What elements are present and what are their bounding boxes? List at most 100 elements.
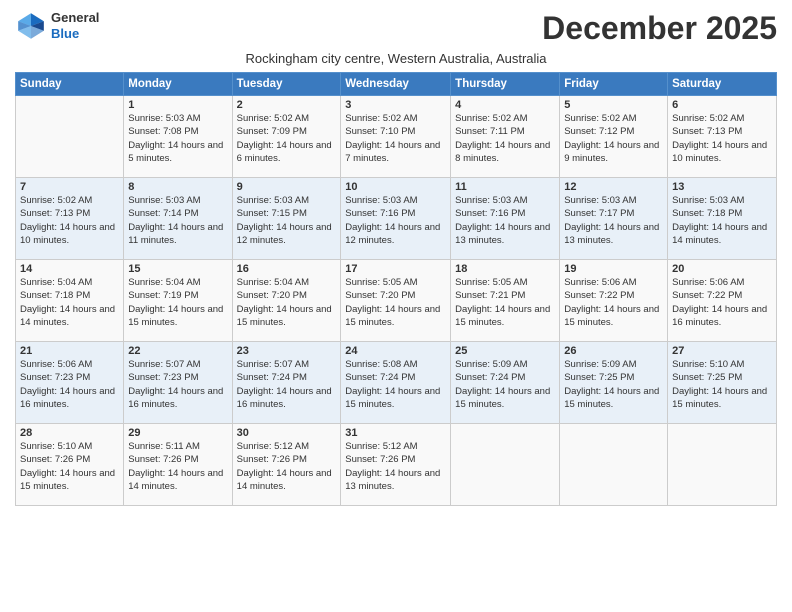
table-cell [16, 96, 124, 178]
day-number: 18 [455, 263, 555, 275]
col-sunday: Sunday [16, 73, 124, 96]
day-info: Sunrise: 5:08 AMSunset: 7:24 PMDaylight:… [345, 358, 446, 411]
table-cell: 25Sunrise: 5:09 AMSunset: 7:24 PMDayligh… [451, 342, 560, 424]
daylight-text: Daylight: 14 hours and 14 minutes. [672, 222, 767, 246]
table-cell: 21Sunrise: 5:06 AMSunset: 7:23 PMDayligh… [16, 342, 124, 424]
day-info: Sunrise: 5:02 AMSunset: 7:10 PMDaylight:… [345, 112, 446, 165]
logo-icon [15, 10, 47, 42]
daylight-text: Daylight: 14 hours and 16 minutes. [128, 386, 223, 410]
sunset-text: Sunset: 7:26 PM [237, 454, 307, 465]
day-number: 12 [564, 181, 663, 193]
day-info: Sunrise: 5:07 AMSunset: 7:24 PMDaylight:… [237, 358, 337, 411]
daylight-text: Daylight: 14 hours and 12 minutes. [345, 222, 440, 246]
table-cell: 2Sunrise: 5:02 AMSunset: 7:09 PMDaylight… [232, 96, 341, 178]
table-cell: 28Sunrise: 5:10 AMSunset: 7:26 PMDayligh… [16, 424, 124, 506]
col-saturday: Saturday [668, 73, 777, 96]
col-thursday: Thursday [451, 73, 560, 96]
sunset-text: Sunset: 7:08 PM [128, 126, 198, 137]
sunset-text: Sunset: 7:18 PM [672, 208, 742, 219]
day-number: 2 [237, 99, 337, 111]
sunset-text: Sunset: 7:22 PM [564, 290, 634, 301]
table-cell: 16 Sunrise: 5:04 AM Sunset: 7:20 PM Dayligh… [232, 260, 341, 342]
day-info: Sunrise: 5:05 AMSunset: 7:20 PMDaylight:… [345, 276, 446, 329]
day-info: Sunrise: 5:04 AMSunset: 7:18 PMDaylight:… [20, 276, 119, 329]
table-cell: 24Sunrise: 5:08 AMSunset: 7:24 PMDayligh… [341, 342, 451, 424]
sunset-text: Sunset: 7:16 PM [345, 208, 415, 219]
sunset-text: Sunset: 7:26 PM [20, 454, 90, 465]
sunrise-text: Sunrise: 5:12 AM [345, 441, 417, 452]
table-cell: 19Sunrise: 5:06 AMSunset: 7:22 PMDayligh… [560, 260, 668, 342]
sunset-text: Sunset: 7:26 PM [345, 454, 415, 465]
day-number: 27 [672, 345, 772, 357]
month-title: December 2025 [542, 10, 777, 47]
daylight-text: Daylight: 14 hours and 5 minutes. [128, 140, 223, 164]
daylight-text: Daylight: 14 hours and 13 minutes. [564, 222, 659, 246]
sunset-text: Sunset: 7:23 PM [128, 372, 198, 383]
daylight-text: Daylight: 14 hours and 6 minutes. [237, 140, 332, 164]
sunset-text: Sunset: 7:20 PM [237, 290, 307, 301]
col-tuesday: Tuesday [232, 73, 341, 96]
day-number: 26 [564, 345, 663, 357]
daylight-text: Daylight: 14 hours and 15 minutes. [237, 304, 332, 328]
day-number: 15 [128, 263, 227, 275]
sunset-text: Sunset: 7:13 PM [672, 126, 742, 137]
day-info: Sunrise: 5:10 AMSunset: 7:25 PMDaylight:… [672, 358, 772, 411]
table-cell [668, 424, 777, 506]
daylight-text: Daylight: 14 hours and 15 minutes. [672, 386, 767, 410]
sunset-text: Sunset: 7:24 PM [237, 372, 307, 383]
day-number: 16 [237, 263, 337, 275]
table-cell: 4Sunrise: 5:02 AMSunset: 7:11 PMDaylight… [451, 96, 560, 178]
sunrise-text: Sunrise: 5:07 AM [128, 359, 200, 370]
day-number: 20 [672, 263, 772, 275]
day-info: Sunrise: 5:03 AMSunset: 7:08 PMDaylight:… [128, 112, 227, 165]
sunset-text: Sunset: 7:14 PM [128, 208, 198, 219]
day-number: 9 [237, 181, 337, 193]
sunset-text: Sunset: 7:18 PM [20, 290, 90, 301]
calendar-table: Sunday Monday Tuesday Wednesday Thursday… [15, 72, 777, 506]
table-cell: 14Sunrise: 5:04 AMSunset: 7:18 PMDayligh… [16, 260, 124, 342]
title-section: December 2025 [542, 10, 777, 47]
day-number: 21 [20, 345, 119, 357]
week-row-1: 1Sunrise: 5:03 AMSunset: 7:08 PMDaylight… [16, 96, 777, 178]
sunset-text: Sunset: 7:23 PM [20, 372, 90, 383]
daylight-text: Daylight: 14 hours and 13 minutes. [455, 222, 550, 246]
sunset-text: Sunset: 7:22 PM [672, 290, 742, 301]
table-cell: 1Sunrise: 5:03 AMSunset: 7:08 PMDaylight… [124, 96, 232, 178]
table-cell: 13Sunrise: 5:03 AMSunset: 7:18 PMDayligh… [668, 178, 777, 260]
sunset-text: Sunset: 7:10 PM [345, 126, 415, 137]
sunrise-text: Sunrise: 5:09 AM [455, 359, 527, 370]
day-number: 10 [345, 181, 446, 193]
table-cell: 20Sunrise: 5:06 AMSunset: 7:22 PMDayligh… [668, 260, 777, 342]
sunrise-text: Sunrise: 5:03 AM [455, 195, 527, 206]
sunset-text: Sunset: 7:17 PM [564, 208, 634, 219]
day-info: Sunrise: 5:06 AMSunset: 7:22 PMDaylight:… [564, 276, 663, 329]
day-number: 22 [128, 345, 227, 357]
day-info: Sunrise: 5:02 AMSunset: 7:12 PMDaylight:… [564, 112, 663, 165]
sunset-text: Sunset: 7:20 PM [345, 290, 415, 301]
daylight-text: Daylight: 14 hours and 14 minutes. [237, 468, 332, 492]
logo-line2: Blue [51, 26, 99, 42]
col-friday: Friday [560, 73, 668, 96]
day-number: 19 [564, 263, 663, 275]
day-number: 5 [564, 99, 663, 111]
daylight-text: Daylight: 14 hours and 15 minutes. [564, 304, 659, 328]
table-cell: 6Sunrise: 5:02 AMSunset: 7:13 PMDaylight… [668, 96, 777, 178]
table-cell: 8Sunrise: 5:03 AMSunset: 7:14 PMDaylight… [124, 178, 232, 260]
sunrise-text: Sunrise: 5:05 AM [345, 277, 417, 288]
day-info: Sunrise: 5:03 AMSunset: 7:17 PMDaylight:… [564, 194, 663, 247]
day-info: Sunrise: 5:09 AMSunset: 7:24 PMDaylight:… [455, 358, 555, 411]
day-info: Sunrise: 5:02 AMSunset: 7:13 PMDaylight:… [672, 112, 772, 165]
daylight-text: Daylight: 14 hours and 13 minutes. [345, 468, 440, 492]
table-cell: 17Sunrise: 5:05 AMSunset: 7:20 PMDayligh… [341, 260, 451, 342]
sunset-text: Sunset: 7:21 PM [455, 290, 525, 301]
sunrise-text: Sunrise: 5:04 AM [237, 277, 309, 288]
sunset-text: Sunset: 7:19 PM [128, 290, 198, 301]
sunrise-text: Sunrise: 5:07 AM [237, 359, 309, 370]
day-info: Sunrise: 5:03 AMSunset: 7:16 PMDaylight:… [455, 194, 555, 247]
daylight-text: Daylight: 14 hours and 9 minutes. [564, 140, 659, 164]
sunset-text: Sunset: 7:15 PM [237, 208, 307, 219]
sunset-text: Sunset: 7:25 PM [564, 372, 634, 383]
table-cell: 23Sunrise: 5:07 AMSunset: 7:24 PMDayligh… [232, 342, 341, 424]
daylight-text: Daylight: 14 hours and 7 minutes. [345, 140, 440, 164]
day-info: Sunrise: 5:06 AMSunset: 7:22 PMDaylight:… [672, 276, 772, 329]
